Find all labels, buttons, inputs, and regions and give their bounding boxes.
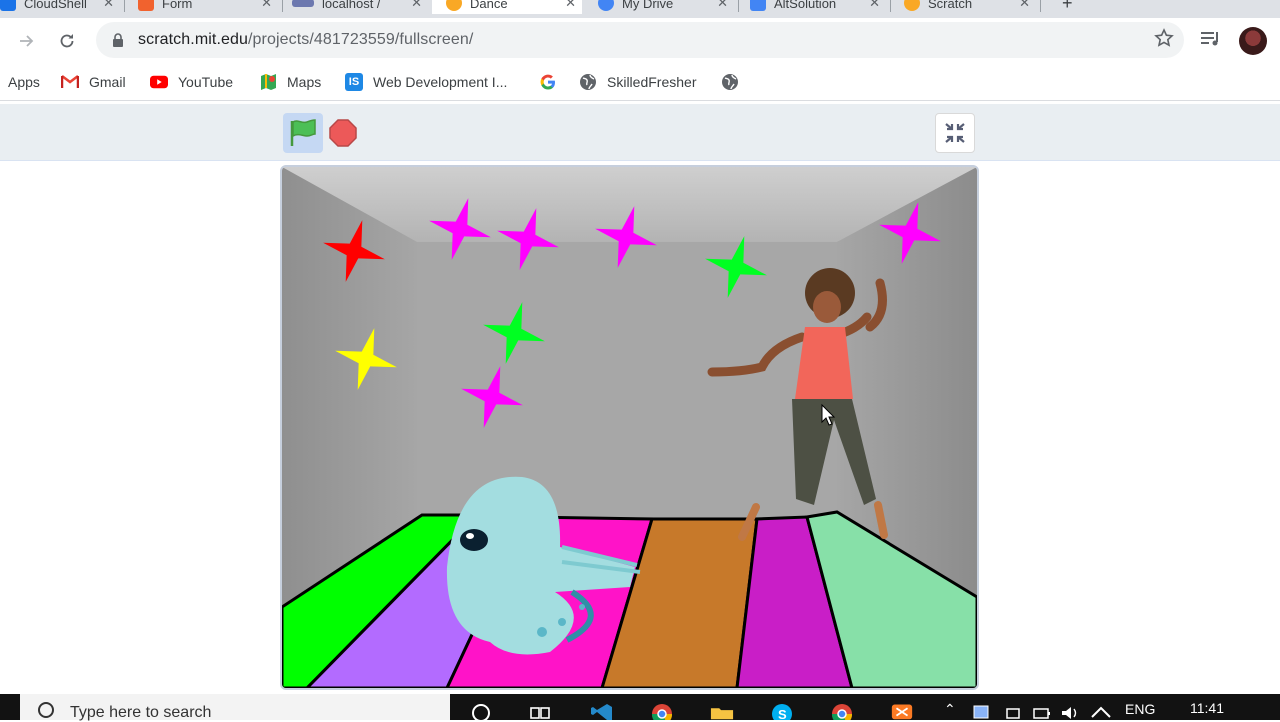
bookmark-label: Gmail	[89, 74, 126, 90]
bookmark-label: YouTube	[178, 74, 234, 90]
scratch-favicon-icon	[446, 0, 462, 11]
close-tab-icon[interactable]: ✕	[261, 0, 272, 11]
reload-icon	[60, 34, 74, 48]
globe-icon	[722, 74, 738, 90]
bookmark-label: Apps	[8, 74, 40, 90]
tab-title: AltSolution	[774, 0, 837, 11]
tab-title: Form	[162, 0, 193, 11]
maps-icon	[261, 74, 276, 90]
bookmarks-bar: Apps Gmail YouTube Maps IS Web Developme…	[0, 64, 1280, 101]
address-bar[interactable]: scratch.mit.edu/projects/481723559/fulls…	[96, 22, 1184, 58]
bookmark-gmail[interactable]: Gmail	[61, 72, 126, 92]
tab-dance[interactable]: Dance ✕	[432, 0, 582, 14]
xampp-icon[interactable]	[890, 702, 914, 720]
tab-cloudshell[interactable]: CloudShell ✕	[0, 0, 120, 14]
browser-toolbar: scratch.mit.edu/projects/481723559/fulls…	[0, 18, 1280, 64]
player-controls-bar	[0, 104, 1280, 161]
tab-altsolution[interactable]: AltSolution ✕	[750, 0, 886, 14]
bookmark-label: Maps	[287, 74, 322, 90]
forward-button[interactable]	[13, 28, 41, 54]
battery-icon[interactable]	[1032, 702, 1052, 720]
tab-form[interactable]: Form ✕	[138, 0, 278, 14]
search-placeholder: Type here to search	[70, 704, 212, 721]
dance-floor	[282, 510, 977, 688]
url-path: /projects/481723559/fullscreen/	[247, 31, 474, 48]
exit-fullscreen-icon	[945, 123, 965, 143]
tab-title: CloudShell	[24, 0, 87, 11]
close-tab-icon[interactable]: ✕	[103, 0, 114, 11]
youtube-icon	[150, 75, 168, 89]
tab-localhost[interactable]: localhost / ✕	[292, 0, 428, 14]
skype-icon[interactable]: S	[770, 702, 794, 720]
green-flag-icon	[290, 119, 316, 146]
stop-sign-icon	[329, 119, 357, 147]
profile-avatar[interactable]	[1239, 27, 1267, 55]
bookmark-label: Web Development I...	[373, 74, 508, 90]
reload-button[interactable]	[53, 28, 81, 54]
bookmark-google[interactable]	[539, 72, 567, 92]
url-text: scratch.mit.edu/projects/481723559/fulls…	[138, 31, 473, 49]
language-indicator[interactable]: ENG	[1125, 701, 1155, 717]
svg-text:S: S	[778, 707, 787, 720]
pma-favicon-icon	[292, 0, 314, 7]
bookmark-youtube[interactable]: YouTube	[150, 72, 233, 92]
bookmark-star-icon[interactable]	[1154, 28, 1174, 48]
tab-title: Dance	[470, 0, 508, 11]
bookmark-globe[interactable]	[721, 72, 749, 92]
green-flag-button[interactable]	[283, 113, 323, 153]
bookmark-label: SkilledFresher	[607, 74, 697, 90]
file-explorer-icon[interactable]	[710, 702, 734, 720]
url-host: scratch.mit.edu	[138, 31, 248, 48]
stage-canvas[interactable]	[282, 167, 977, 688]
tab-strip: CloudShell ✕ Form ✕ localhost / ✕ Dance …	[0, 0, 1280, 18]
task-view-icon[interactable]	[528, 702, 552, 720]
google-icon	[540, 74, 555, 90]
cortana-icon[interactable]	[470, 702, 494, 720]
stop-button[interactable]	[327, 117, 359, 149]
vscode-icon[interactable]	[590, 702, 614, 720]
tab-my-drive[interactable]: My Drive ✕	[598, 0, 734, 14]
search-icon	[38, 702, 54, 718]
close-tab-icon[interactable]: ✕	[869, 0, 880, 11]
close-tab-icon[interactable]: ✕	[411, 0, 422, 11]
tab-title: Scratch	[928, 0, 973, 11]
chrome-icon[interactable]	[650, 702, 674, 720]
bookmark-skilledfresher[interactable]: SkilledFresher	[579, 72, 696, 92]
clock-time[interactable]: 11:41	[1190, 700, 1224, 716]
new-tab-label: +	[1062, 0, 1073, 13]
taskbar-search[interactable]: Type here to search	[20, 694, 450, 721]
network-icon[interactable]	[1090, 702, 1112, 720]
tab-title: localhost /	[322, 0, 381, 11]
form-favicon-icon	[138, 0, 154, 11]
arrow-right-icon	[20, 35, 34, 47]
show-hidden-icons-icon[interactable]: ⌃	[944, 701, 956, 718]
web-dev-icon: IS	[345, 73, 363, 91]
docs-favicon-icon	[750, 0, 766, 11]
bookmark-web-development[interactable]: IS Web Development I...	[345, 72, 507, 92]
chrome-icon[interactable]	[830, 702, 854, 720]
close-tab-icon[interactable]: ✕	[565, 0, 576, 11]
project-stage[interactable]	[280, 165, 979, 690]
usb-icon[interactable]	[1004, 702, 1022, 720]
exit-fullscreen-button[interactable]	[935, 113, 975, 153]
close-tab-icon[interactable]: ✕	[717, 0, 728, 11]
tray-app-icon[interactable]	[972, 702, 990, 720]
gmail-icon	[61, 75, 79, 89]
lock-icon	[113, 33, 123, 47]
volume-icon[interactable]	[1060, 702, 1080, 720]
close-tab-icon[interactable]: ✕	[1019, 0, 1030, 11]
windows-taskbar: Type here to search S ⌃ ENG 11:41	[0, 694, 1280, 721]
bookmark-maps[interactable]: Maps	[259, 72, 321, 92]
tab-title: My Drive	[622, 0, 674, 11]
drive-favicon-icon	[598, 0, 614, 11]
new-tab-button[interactable]: +	[1062, 0, 1073, 14]
globe-icon	[580, 74, 596, 90]
media-queue-icon[interactable]	[1200, 30, 1222, 48]
bookmark-apps[interactable]: Apps	[8, 72, 40, 92]
cloudshell-favicon-icon	[0, 0, 16, 11]
scratch-favicon-icon	[904, 0, 920, 11]
tab-scratch[interactable]: Scratch ✕	[904, 0, 1036, 14]
